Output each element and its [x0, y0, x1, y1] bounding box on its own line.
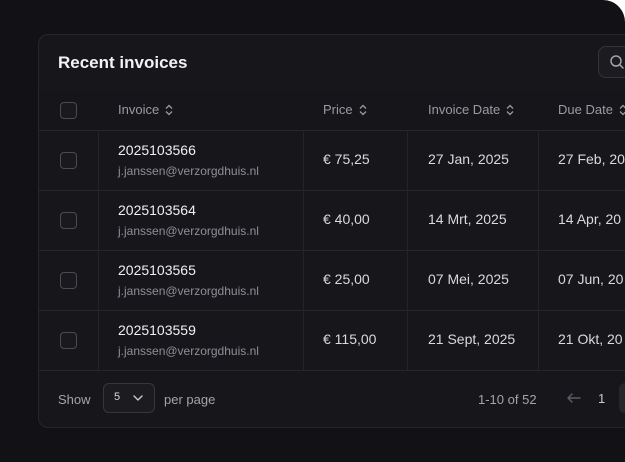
due-date: 07 Jun, 20 — [558, 271, 624, 287]
row-checkbox[interactable] — [60, 332, 77, 349]
show-label: Show — [58, 392, 91, 407]
invoice-number[interactable]: 2025103559 — [118, 322, 196, 338]
invoice-number[interactable]: 2025103565 — [118, 262, 196, 278]
column-divider — [303, 130, 304, 190]
invoice-price: € 40,00 — [323, 211, 370, 227]
select-all-checkbox[interactable] — [60, 102, 77, 119]
column-header-label: Price — [323, 102, 353, 117]
row-checkbox[interactable] — [60, 152, 77, 169]
column-divider — [538, 250, 539, 310]
column-divider — [98, 310, 99, 370]
search-button[interactable] — [598, 46, 625, 78]
invoice-price: € 75,25 — [323, 151, 370, 167]
sort-icon — [359, 104, 367, 115]
invoice-number[interactable]: 2025103564 — [118, 202, 196, 218]
invoice-date: 21 Sept, 2025 — [428, 331, 516, 347]
column-divider — [303, 190, 304, 250]
app-background: Recent invoices Invoice Price Invoice Da… — [0, 0, 625, 462]
per-page-label: per page — [164, 392, 216, 407]
sort-icon — [506, 104, 514, 115]
column-header-invoice[interactable]: Invoice — [118, 102, 173, 117]
invoice-email: j.janssen@verzorgdhuis.nl — [118, 284, 259, 298]
column-divider — [407, 190, 408, 250]
invoice-date: 27 Jan, 2025 — [428, 151, 509, 167]
due-date: 14 Apr, 20 — [558, 211, 622, 227]
row-checkbox[interactable] — [60, 212, 77, 229]
column-divider — [538, 190, 539, 250]
column-divider — [407, 310, 408, 370]
sort-icon — [619, 104, 625, 115]
column-divider — [303, 310, 304, 370]
table-row[interactable]: 2025103565 j.janssen@verzorgdhuis.nl € 2… — [39, 250, 625, 311]
column-divider — [407, 130, 408, 190]
page-button-next[interactable] — [619, 383, 625, 413]
invoice-email: j.janssen@verzorgdhuis.nl — [118, 344, 259, 358]
invoices-card: Recent invoices Invoice Price Invoice Da… — [38, 34, 625, 428]
per-page-value: 5 — [114, 391, 121, 403]
column-divider — [98, 190, 99, 250]
column-header-due-date[interactable]: Due Date — [558, 102, 625, 117]
column-divider — [538, 130, 539, 190]
row-checkbox[interactable] — [60, 272, 77, 289]
invoice-price: € 115,00 — [323, 331, 377, 347]
table-row[interactable]: 2025103559 j.janssen@verzorgdhuis.nl € 1… — [39, 310, 625, 371]
column-divider — [538, 310, 539, 370]
search-icon — [610, 55, 624, 69]
table-row[interactable]: 2025103564 j.janssen@verzorgdhuis.nl € 4… — [39, 190, 625, 251]
page-button-1[interactable]: 1 — [598, 391, 605, 406]
chevron-down-icon — [133, 395, 143, 401]
card-title: Recent invoices — [58, 53, 188, 72]
column-header-label: Due Date — [558, 102, 613, 117]
invoice-price: € 25,00 — [323, 271, 370, 287]
table-row[interactable]: 2025103566 j.janssen@verzorgdhuis.nl € 7… — [39, 130, 625, 191]
per-page-select[interactable]: 5 — [103, 383, 155, 413]
invoice-email: j.janssen@verzorgdhuis.nl — [118, 224, 259, 238]
column-header-invoice-date[interactable]: Invoice Date — [428, 102, 514, 117]
column-header-label: Invoice Date — [428, 102, 501, 117]
column-header-label: Invoice — [118, 102, 160, 117]
invoice-date: 14 Mrt, 2025 — [428, 211, 507, 227]
card-header: Recent invoices — [39, 35, 625, 91]
invoice-number[interactable]: 2025103566 — [118, 142, 196, 158]
table-header: Invoice Price Invoice Date Due Date — [39, 90, 625, 131]
invoice-email: j.janssen@verzorgdhuis.nl — [118, 164, 259, 178]
column-divider — [407, 250, 408, 310]
due-date: 21 Okt, 20 — [558, 331, 623, 347]
column-divider — [303, 250, 304, 310]
column-divider — [98, 250, 99, 310]
column-divider — [98, 130, 99, 190]
arrow-left-icon[interactable] — [566, 391, 582, 405]
sort-icon — [165, 104, 173, 115]
column-header-price[interactable]: Price — [323, 102, 367, 117]
pagination-range: 1-10 of 52 — [478, 392, 537, 407]
invoice-date: 07 Mei, 2025 — [428, 271, 509, 287]
table-footer: Show 5 per page 1-10 of 52 1 — [39, 370, 625, 427]
due-date: 27 Feb, 20 — [558, 151, 625, 167]
